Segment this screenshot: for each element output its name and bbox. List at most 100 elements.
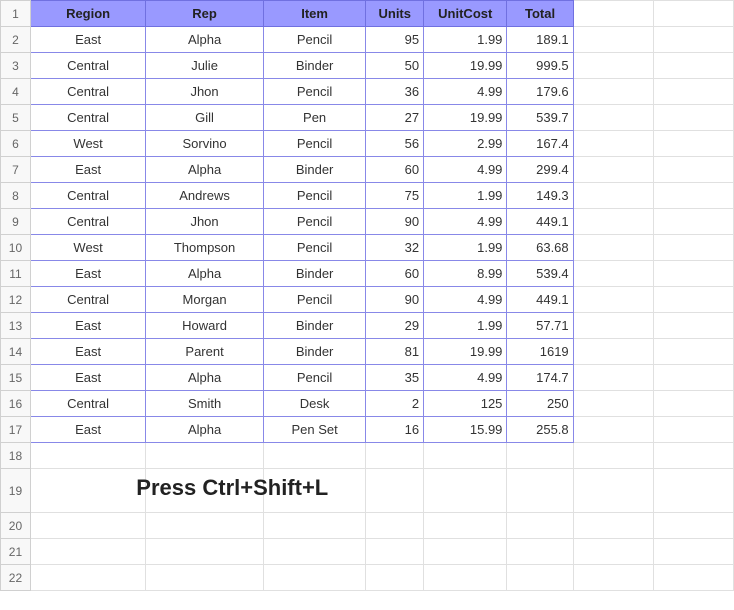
cell-total[interactable]: 539.7 (507, 105, 573, 131)
row-number[interactable]: 12 (1, 287, 31, 313)
cell-total[interactable]: 57.71 (507, 313, 573, 339)
cell-unitcost[interactable]: 4.99 (424, 365, 507, 391)
empty-cell[interactable] (146, 539, 264, 565)
cell-item[interactable]: Pen (263, 105, 366, 131)
row-number[interactable]: 4 (1, 79, 31, 105)
col-header-item[interactable]: Item (263, 1, 366, 27)
cell-region[interactable]: East (30, 157, 145, 183)
cell-region[interactable]: Central (30, 287, 145, 313)
empty-cell[interactable] (573, 157, 653, 183)
cell-rep[interactable]: Parent (146, 339, 264, 365)
cell-region[interactable]: East (30, 27, 145, 53)
row-number[interactable]: 3 (1, 53, 31, 79)
cell-rep[interactable]: Thompson (146, 235, 264, 261)
cell-total[interactable]: 250 (507, 391, 573, 417)
cell-unitcost[interactable]: 1.99 (424, 235, 507, 261)
row-number[interactable]: 21 (1, 539, 31, 565)
cell-region[interactable]: East (30, 417, 145, 443)
empty-cell[interactable] (653, 417, 733, 443)
cell-region[interactable]: Central (30, 79, 145, 105)
cell-units[interactable]: 60 (366, 157, 424, 183)
cell-unitcost[interactable]: 19.99 (424, 339, 507, 365)
empty-cell[interactable] (146, 565, 264, 591)
cell-units[interactable]: 29 (366, 313, 424, 339)
empty-cell[interactable] (573, 513, 653, 539)
empty-cell[interactable] (263, 565, 366, 591)
cell-units[interactable]: 27 (366, 105, 424, 131)
empty-cell[interactable] (573, 261, 653, 287)
cell-item[interactable]: Pencil (263, 79, 366, 105)
cell-total[interactable]: 299.4 (507, 157, 573, 183)
empty-cell[interactable] (507, 539, 573, 565)
row-number[interactable]: 18 (1, 443, 31, 469)
row-number[interactable]: 7 (1, 157, 31, 183)
empty-cell[interactable] (146, 513, 264, 539)
cell-region[interactable]: East (30, 261, 145, 287)
cell-units[interactable]: 56 (366, 131, 424, 157)
cell-region[interactable]: Central (30, 53, 145, 79)
cell-units[interactable]: 32 (366, 235, 424, 261)
empty-cell[interactable] (573, 313, 653, 339)
empty-cell[interactable] (573, 417, 653, 443)
cell-region[interactable]: East (30, 313, 145, 339)
cell-total[interactable]: 449.1 (507, 209, 573, 235)
cell-rep[interactable]: Alpha (146, 27, 264, 53)
empty-cell[interactable] (573, 27, 653, 53)
empty-cell[interactable] (573, 339, 653, 365)
row-number[interactable]: 22 (1, 565, 31, 591)
row-number[interactable]: 20 (1, 513, 31, 539)
cell-item[interactable]: Pencil (263, 235, 366, 261)
cell-item[interactable]: Pen Set (263, 417, 366, 443)
cell-units[interactable]: 2 (366, 391, 424, 417)
empty-cell[interactable] (653, 391, 733, 417)
empty-cell[interactable] (30, 539, 145, 565)
empty-cell[interactable] (366, 539, 424, 565)
cell-total[interactable]: 63.68 (507, 235, 573, 261)
cell-rep[interactable]: Julie (146, 53, 264, 79)
cell-units[interactable]: 35 (366, 365, 424, 391)
cell-unitcost[interactable]: 4.99 (424, 157, 507, 183)
empty-cell[interactable] (146, 443, 264, 469)
empty-cell[interactable] (573, 565, 653, 591)
empty-cell[interactable] (424, 513, 507, 539)
empty-cell[interactable] (573, 105, 653, 131)
cell-item[interactable]: Pencil (263, 209, 366, 235)
col-header-region[interactable]: Region (30, 1, 145, 27)
empty-cell[interactable] (653, 443, 733, 469)
cell-unitcost[interactable]: 15.99 (424, 417, 507, 443)
row-number[interactable]: 13 (1, 313, 31, 339)
cell-region[interactable]: Central (30, 183, 145, 209)
empty-cell[interactable] (653, 565, 733, 591)
cell-rep[interactable]: Howard (146, 313, 264, 339)
instruction-cell[interactable]: Press Ctrl+Shift+L (146, 469, 264, 513)
cell-unitcost[interactable]: 1.99 (424, 183, 507, 209)
empty-cell[interactable] (573, 131, 653, 157)
empty-cell[interactable] (30, 443, 145, 469)
empty-cell[interactable] (573, 183, 653, 209)
cell-total[interactable]: 1619 (507, 339, 573, 365)
cell-rep[interactable]: Alpha (146, 417, 264, 443)
row-number[interactable]: 9 (1, 209, 31, 235)
empty-cell[interactable] (573, 79, 653, 105)
row-number[interactable]: 16 (1, 391, 31, 417)
cell-region[interactable]: East (30, 339, 145, 365)
cell-total[interactable]: 174.7 (507, 365, 573, 391)
row-number[interactable]: 19 (1, 469, 31, 513)
empty-cell[interactable] (653, 27, 733, 53)
cell-units[interactable]: 75 (366, 183, 424, 209)
empty-cell[interactable] (653, 105, 733, 131)
empty-cell[interactable] (30, 565, 145, 591)
empty-cell[interactable] (507, 469, 573, 513)
empty-cell[interactable] (653, 209, 733, 235)
cell-units[interactable]: 50 (366, 53, 424, 79)
empty-cell[interactable] (30, 513, 145, 539)
empty-cell[interactable] (507, 565, 573, 591)
cell-rep[interactable]: Jhon (146, 209, 264, 235)
cell-units[interactable]: 60 (366, 261, 424, 287)
cell-units[interactable]: 16 (366, 417, 424, 443)
cell-region[interactable]: West (30, 131, 145, 157)
row-number[interactable]: 2 (1, 27, 31, 53)
cell-item[interactable]: Binder (263, 53, 366, 79)
empty-cell[interactable] (653, 79, 733, 105)
cell-region[interactable]: Central (30, 209, 145, 235)
